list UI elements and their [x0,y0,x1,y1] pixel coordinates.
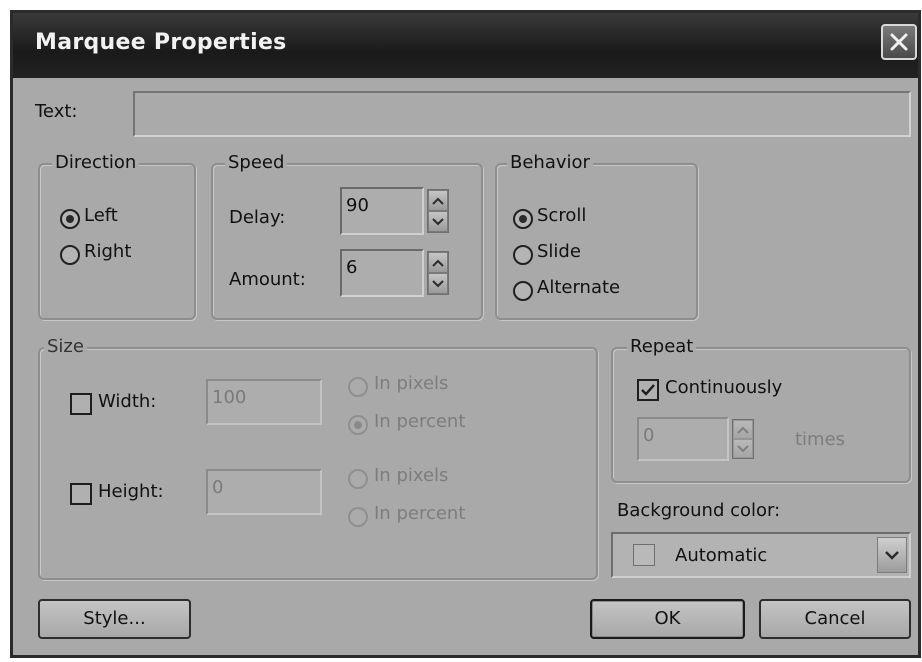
text-label: Text: [35,101,78,122]
width-input[interactable]: 100 [206,379,322,425]
width-pixels-radio[interactable] [348,377,368,397]
direction-group: Direction Left Right [38,152,196,320]
chevron-down-icon [737,444,749,452]
title-bar: Marquee Properties [13,13,918,78]
direction-legend: Direction [52,152,140,173]
height-percent-label: In percent [374,503,466,524]
size-group: Size Width: 100 In pixels In percent Hei… [38,336,598,580]
cancel-button[interactable]: Cancel [759,599,911,639]
chevron-down-icon [432,217,444,225]
behavior-alternate-radio[interactable] [513,281,533,301]
direction-right-label: Right [84,241,132,262]
chevron-down-icon [432,279,444,287]
height-pixels-label: In pixels [374,465,449,486]
close-icon [890,33,908,51]
amount-spinner[interactable] [427,251,449,295]
chevron-up-icon [737,426,749,434]
width-percent-label: In percent [374,411,466,432]
chevron-up-icon [432,197,444,205]
color-swatch [633,544,655,566]
chevron-up-icon [432,259,444,267]
amount-input[interactable]: 6 [340,249,424,297]
ok-button[interactable]: OK [590,599,745,639]
width-label: Width: [98,391,157,412]
chevron-down-icon [885,550,899,560]
continuously-checkbox[interactable] [637,379,659,401]
speed-legend: Speed [225,152,288,173]
amount-spin-down[interactable] [428,273,448,294]
direction-left-label: Left [84,205,118,226]
height-checkbox[interactable] [70,483,92,505]
repeat-group: Repeat Continuously 0 times [611,336,911,483]
height-pixels-radio[interactable] [348,469,368,489]
speed-group: Speed Delay: 90 Amount: 6 [211,152,483,320]
width-percent-radio[interactable] [348,415,368,435]
amount-label: Amount: [229,269,306,290]
dialog-title: Marquee Properties [35,30,287,55]
behavior-slide-radio[interactable] [513,245,533,265]
behavior-group: Behavior Scroll Slide Alternate [495,152,698,320]
repeat-legend: Repeat [627,336,697,357]
delay-spin-down[interactable] [428,211,448,232]
direction-left-radio[interactable] [60,209,80,229]
behavior-legend: Behavior [507,152,593,173]
delay-input[interactable]: 90 [340,187,424,235]
behavior-slide-label: Slide [537,241,581,262]
delay-label: Delay: [229,207,286,228]
height-label: Height: [98,481,164,502]
close-button[interactable] [881,24,917,60]
times-label: times [795,429,846,450]
background-color-select[interactable]: Automatic [611,532,911,578]
background-color-dropdown-button[interactable] [877,537,907,573]
behavior-alternate-label: Alternate [537,277,621,298]
width-checkbox[interactable] [70,393,92,415]
delay-spinner[interactable] [427,189,449,233]
continuously-label: Continuously [665,377,783,398]
checkmark-icon [641,384,655,396]
background-color-label: Background color: [617,500,781,521]
direction-right-radio[interactable] [60,245,80,265]
marquee-properties-dialog: Marquee Properties Text: Direction Left … [10,10,921,658]
style-button[interactable]: Style... [38,599,191,639]
repeat-times-spinner[interactable] [732,419,754,459]
repeat-spin-up[interactable] [733,420,753,439]
amount-spin-up[interactable] [428,252,448,273]
repeat-times-input[interactable]: 0 [637,417,729,461]
height-input[interactable]: 0 [206,469,322,515]
background-color-value: Automatic [675,545,768,566]
repeat-spin-down[interactable] [733,439,753,458]
delay-spin-up[interactable] [428,190,448,211]
size-legend: Size [44,336,87,357]
height-percent-radio[interactable] [348,507,368,527]
width-pixels-label: In pixels [374,373,449,394]
behavior-scroll-label: Scroll [537,205,587,226]
behavior-scroll-radio[interactable] [513,209,533,229]
text-input[interactable] [133,91,911,137]
